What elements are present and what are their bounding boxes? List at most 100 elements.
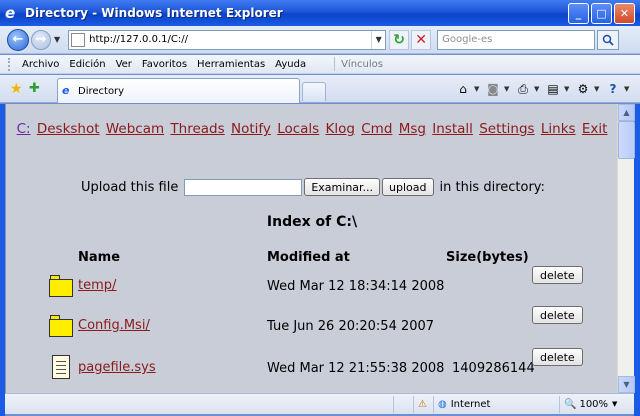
table-row: Config.Msi/ Tue Jun 26 20:20:54 2007 del… — [6, 306, 617, 349]
status-bar: ⚠ ◍ Internet 🔍 100% ▼ — [5, 393, 634, 414]
upload-form: Upload this file Examinar... upload in t… — [81, 178, 545, 196]
print-icon[interactable]: ⎙ — [514, 81, 532, 97]
address-input[interactable]: http://127.0.0.1/C:// — [89, 34, 371, 45]
nav-link-settings[interactable]: Settings — [479, 121, 534, 137]
zoom-control[interactable]: 🔍 100% ▼ — [559, 395, 634, 413]
tab-directory[interactable]: e Directory — [57, 78, 300, 103]
feeds-dropdown-icon[interactable]: ▼ — [504, 85, 512, 93]
delete-button[interactable]: delete — [532, 348, 583, 366]
tools-dropdown-icon[interactable]: ▼ — [594, 85, 602, 93]
entry-size: 1409286144 — [452, 361, 535, 376]
help-dropdown-icon[interactable]: ▼ — [624, 85, 632, 93]
home-icon[interactable]: ⌂ — [454, 81, 472, 97]
folder-icon — [49, 315, 73, 337]
scroll-up-icon[interactable]: ▲ — [618, 104, 635, 121]
file-input[interactable] — [184, 178, 303, 196]
status-cell — [393, 395, 413, 413]
nav-link-notify[interactable]: Notify — [231, 121, 271, 137]
address-dropdown-icon[interactable]: ▼ — [371, 30, 385, 49]
home-dropdown-icon[interactable]: ▼ — [474, 85, 482, 93]
nav-link-deskshot[interactable]: Deskshot — [37, 121, 100, 137]
command-bar: ⌂ ▼ ◙ ▼ ⎙ ▼ ▤ ▼ ⚙ ▼ ? ▼ — [454, 81, 632, 97]
maximize-button[interactable]: □ — [591, 2, 612, 24]
table-row: pagefile.sys Wed Mar 12 21:55:38 2008 14… — [6, 348, 617, 391]
print-dropdown-icon[interactable]: ▼ — [534, 85, 542, 93]
protected-mode-icon[interactable]: ⚠ — [413, 395, 433, 413]
entry-link[interactable]: temp/ — [78, 278, 116, 293]
index-heading: Index of C:\ — [266, 214, 358, 230]
nav-link-install[interactable]: Install — [432, 121, 473, 137]
browse-button[interactable]: Examinar... — [304, 178, 381, 196]
nav-link-threads[interactable]: Threads — [170, 121, 224, 137]
upload-button[interactable]: upload — [382, 178, 434, 196]
menu-ver[interactable]: Ver — [116, 59, 132, 70]
menu-archivo[interactable]: Archivo — [22, 59, 59, 70]
nav-link-c[interactable]: C: — [17, 121, 31, 137]
vertical-scrollbar[interactable]: ▲ ▼ — [617, 104, 635, 393]
address-toolbar: ← → ▼ http://127.0.0.1/C:// ▼ ↻ ✕ Google… — [0, 26, 640, 54]
zoom-icon: 🔍 — [564, 398, 577, 410]
page-dropdown-icon[interactable]: ▼ — [564, 85, 572, 93]
tools-gear-icon[interactable]: ⚙ — [574, 81, 592, 97]
tab-label: Directory — [78, 85, 125, 97]
delete-button[interactable]: delete — [532, 266, 583, 284]
menu-herramientas[interactable]: Herramientas — [197, 59, 265, 70]
nav-link-cmd[interactable]: Cmd — [361, 121, 392, 137]
nav-link-msg[interactable]: Msg — [399, 121, 426, 137]
stop-button[interactable]: ✕ — [411, 29, 432, 50]
page-menu-icon[interactable]: ▤ — [544, 81, 562, 97]
new-tab-button[interactable] — [302, 82, 326, 101]
globe-icon: ◍ — [438, 398, 447, 410]
tab-bar: ★ ✚ e Directory ⌂ ▼ ◙ ▼ ⎙ ▼ ▤ ▼ ⚙ ▼ ? ▼ — [0, 75, 640, 103]
menu-bar: Archivo Edición Ver Favoritos Herramient… — [0, 55, 640, 74]
nav-link-exit[interactable]: Exit — [582, 121, 608, 137]
search-input[interactable]: Google-es — [437, 29, 596, 50]
nav-link-links[interactable]: Links — [541, 121, 576, 137]
ie-page-icon: e — [62, 84, 70, 97]
menu-edicion[interactable]: Edición — [69, 59, 105, 70]
file-icon — [52, 355, 70, 379]
menu-ayuda[interactable]: Ayuda — [275, 59, 306, 70]
table-row: temp/ Wed Mar 12 18:34:14 2008 delete — [6, 266, 617, 309]
column-header-name: Name — [78, 250, 121, 265]
history-dropdown-icon[interactable]: ▼ — [54, 35, 60, 44]
column-header-modified: Modified at — [267, 250, 350, 265]
nav-link-webcam[interactable]: Webcam — [106, 121, 164, 137]
page-icon — [71, 32, 86, 47]
zone-label: Internet — [450, 398, 491, 410]
upload-target-label: in this directory: — [439, 179, 545, 195]
title-bar: e Directory - Windows Internet Explorer … — [0, 0, 640, 26]
entry-link[interactable]: pagefile.sys — [78, 360, 156, 375]
refresh-button[interactable]: ↻ — [389, 29, 410, 50]
minimize-button[interactable]: _ — [568, 2, 589, 24]
zone-indicator[interactable]: ◍ Internet — [433, 395, 559, 413]
search-icon[interactable] — [597, 29, 620, 50]
folder-icon — [49, 275, 73, 297]
entry-modified: Wed Mar 12 21:55:38 2008 — [267, 361, 445, 376]
menu-separator — [334, 57, 336, 71]
entry-modified: Wed Mar 12 18:34:14 2008 — [267, 279, 445, 294]
nav-links: C: Deskshot Webcam Threads Notify Locals… — [6, 121, 617, 137]
scroll-down-icon[interactable]: ▼ — [618, 376, 635, 393]
help-icon[interactable]: ? — [604, 81, 622, 97]
page-content: C: Deskshot Webcam Threads Notify Locals… — [5, 104, 617, 393]
add-favorite-icon[interactable]: ✚ — [29, 81, 40, 96]
delete-button[interactable]: delete — [532, 306, 583, 324]
upload-label: Upload this file — [81, 179, 179, 195]
nav-link-locals[interactable]: Locals — [277, 121, 319, 137]
menu-favoritos[interactable]: Favoritos — [142, 59, 187, 70]
status-text — [5, 396, 393, 413]
favorites-star-icon[interactable]: ★ — [10, 81, 23, 97]
back-button[interactable]: ← — [7, 28, 29, 51]
ie-logo-icon: e — [5, 4, 16, 22]
scroll-thumb[interactable] — [618, 121, 635, 159]
nav-link-klog[interactable]: Klog — [326, 121, 355, 137]
feeds-icon[interactable]: ◙ — [484, 81, 502, 97]
column-header-size: Size(bytes) — [446, 250, 529, 265]
address-bar[interactable]: http://127.0.0.1/C:// ▼ — [68, 29, 387, 50]
forward-button[interactable]: → — [31, 29, 51, 50]
entry-link[interactable]: Config.Msi/ — [78, 318, 150, 333]
zoom-dropdown-icon[interactable]: ▼ — [612, 400, 617, 408]
links-toolbar[interactable]: Vínculos — [341, 59, 383, 70]
close-button[interactable]: ✕ — [614, 2, 635, 24]
